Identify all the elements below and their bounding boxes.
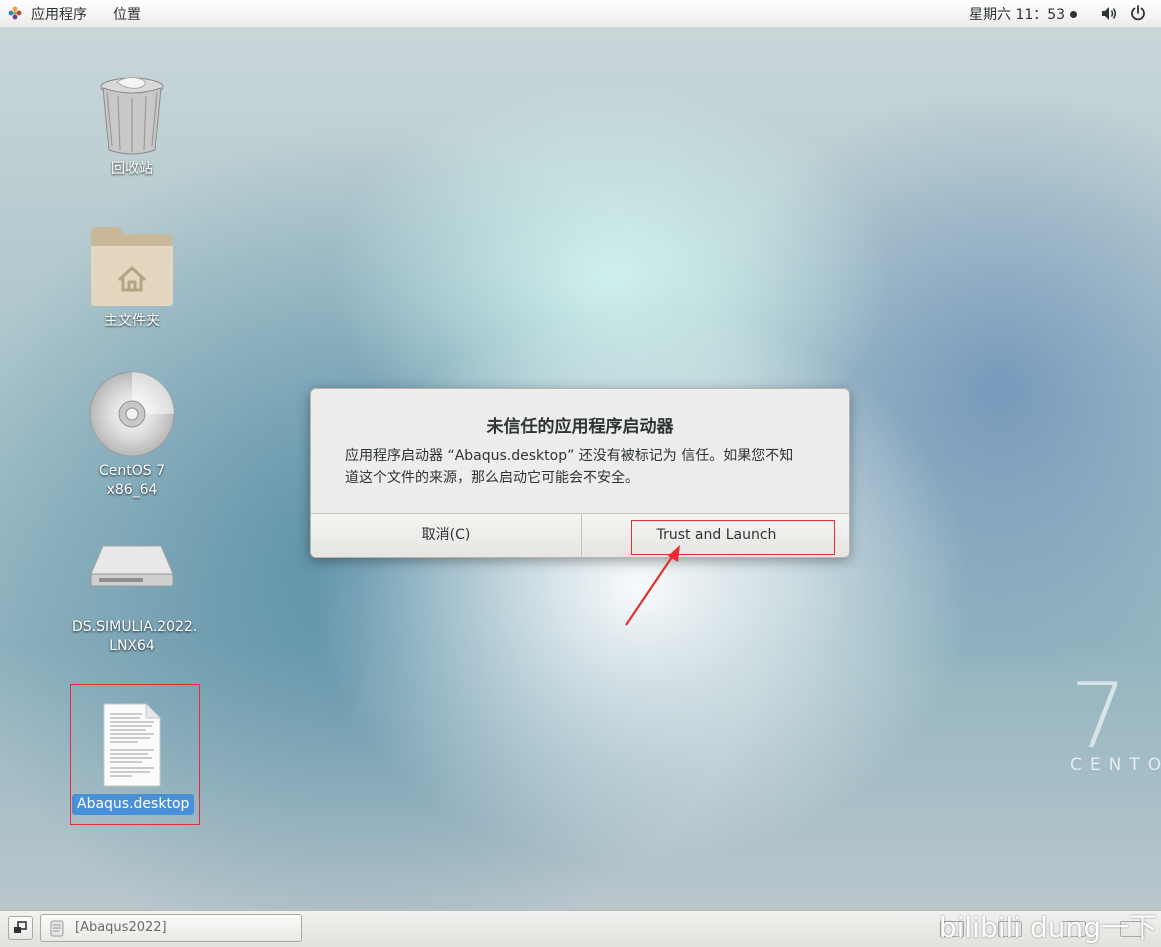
video-watermark: bilibili dung一下 — [938, 911, 1157, 944]
desktop-icon-trash[interactable]: 回收站 — [72, 74, 192, 179]
centos-watermark: 7 CENTO — [1070, 664, 1161, 776]
desktop-icon-label-line2: LNX64 — [109, 638, 155, 654]
top-bar: 应用程序 位置 星期六 11：53 — [0, 0, 1161, 28]
cdrom-icon — [89, 371, 175, 457]
trash-icon — [100, 76, 164, 155]
home-folder-icon — [91, 227, 173, 306]
centos-seven: 7 — [1070, 664, 1128, 769]
window-list-app-icon — [50, 920, 64, 937]
desktop-icon-label: CentOS 7 x86_64 — [98, 463, 165, 498]
cancel-button[interactable]: 取消(C) — [311, 514, 582, 557]
taskbar-window-label: [Abaqus2022] — [75, 920, 167, 935]
power-icon[interactable] — [1130, 5, 1146, 21]
dialog-message-line2: 道这个文件的来源，那么启动它可能会不安全。 — [345, 470, 639, 486]
desktop-icon-label: DS.SIMULIA.2022. — [72, 619, 198, 635]
taskbar-window-abaqus[interactable]: [Abaqus2022] — [40, 914, 302, 942]
places-menu[interactable]: 位置 — [113, 4, 141, 24]
desktop-icon-home[interactable]: 主文件夹 — [72, 224, 192, 331]
annotation-arrow-icon — [625, 545, 680, 626]
desktop-icon-label: 主文件夹 — [104, 313, 160, 329]
show-desktop-icon — [14, 921, 27, 933]
annotation-box-file — [70, 684, 200, 825]
dialog-message: 应用程序启动器 “Abaqus.desktop” 还没有被标记为 信任。如果您不… — [345, 445, 825, 489]
desktop-icon-drive[interactable]: DS.SIMULIA.2022. LNX64 — [72, 540, 198, 656]
applications-menu[interactable]: 应用程序 — [31, 4, 87, 24]
desktop-icon-cdrom[interactable]: CentOS 7 x86_64 — [72, 370, 192, 500]
show-desktop-button[interactable] — [8, 916, 33, 940]
desktop-icon-label: 回收站 — [111, 161, 153, 177]
volume-icon[interactable] — [1101, 6, 1117, 21]
clock[interactable]: 星期六 11：53 — [969, 4, 1078, 24]
dialog-title: 未信任的应用程序启动器 — [486, 417, 674, 437]
notification-dot-icon — [1070, 11, 1078, 18]
clock-text: 星期六 11：53 — [969, 7, 1066, 23]
drive-icon — [90, 545, 174, 587]
dialog-message-line1: 应用程序启动器 “Abaqus.desktop” 还没有被标记为 信任。如果您不… — [345, 448, 794, 464]
applications-menu-icon[interactable] — [8, 6, 22, 20]
